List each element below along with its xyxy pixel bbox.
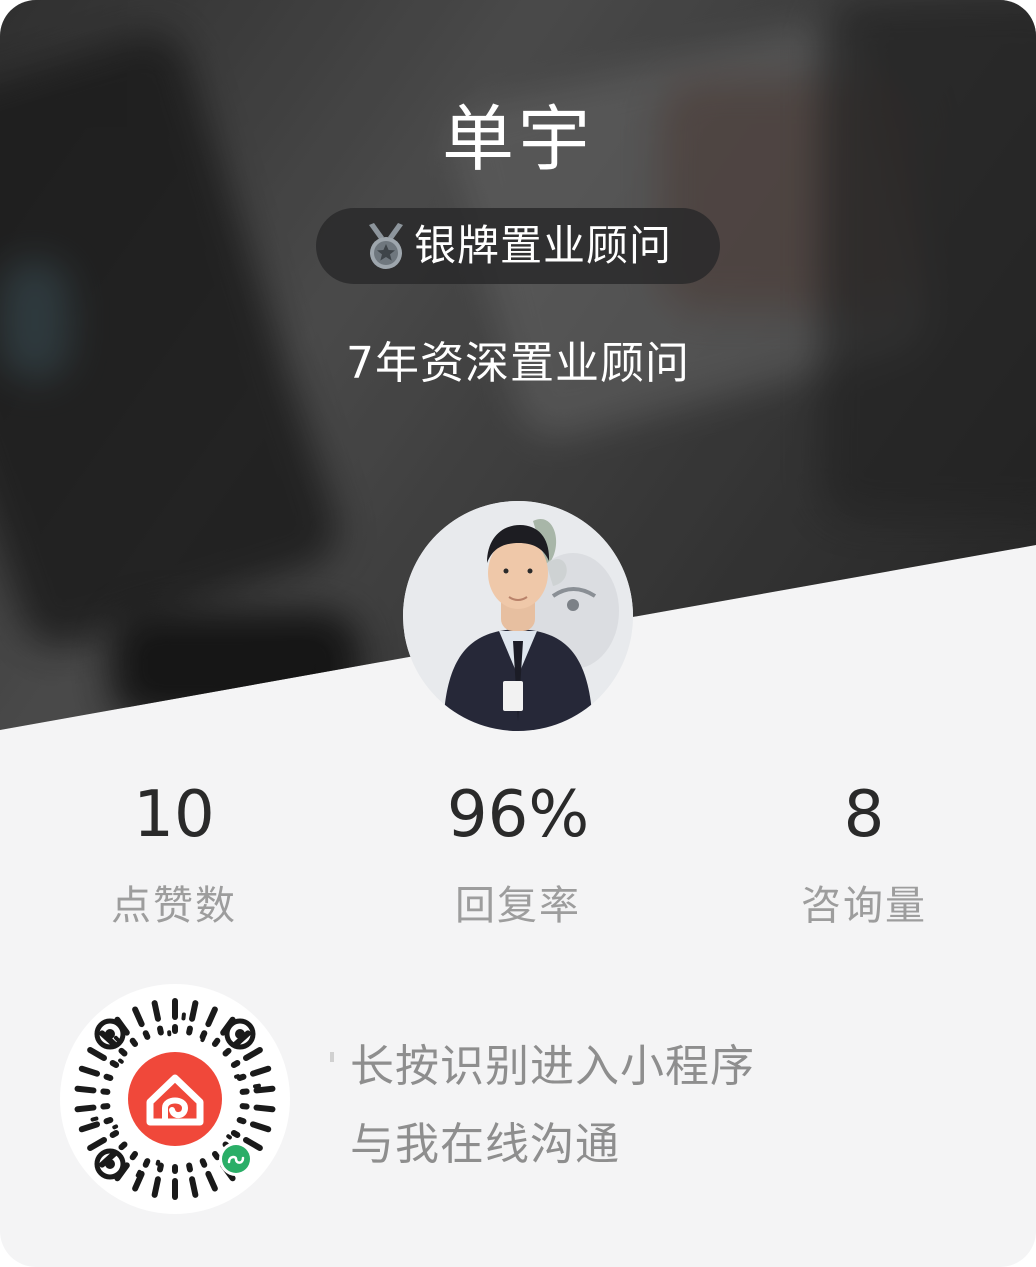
stat-consultations-label: 咨询量 xyxy=(801,883,927,929)
stat-consultations-value: 8 xyxy=(843,778,885,852)
stat-reply-rate: 96% 回复率 xyxy=(368,780,668,934)
agent-photo xyxy=(403,501,633,731)
stat-likes-label: 点赞数 xyxy=(111,883,237,929)
stat-likes: 10 点赞数 xyxy=(24,780,324,934)
agent-level-badge: 银牌置业顾问 xyxy=(316,208,720,284)
agent-name: 单宇 xyxy=(441,97,594,181)
cta-line-2: 与我在线沟通 xyxy=(350,1119,620,1170)
cta-text: 长按识别进入小程序 与我在线沟通 xyxy=(350,1036,755,1176)
divider-mark xyxy=(330,1052,334,1062)
agent-level-label: 银牌置业顾问 xyxy=(413,221,672,270)
stat-reply-rate-label: 回复率 xyxy=(455,883,581,929)
stat-likes-value: 10 xyxy=(133,778,215,852)
silver-medal-icon xyxy=(368,223,403,269)
avatar xyxy=(403,501,633,731)
agent-experience: 7年资深置业顾问 xyxy=(346,338,690,389)
cta-line-1: 长按识别进入小程序 xyxy=(350,1041,755,1092)
stat-consultations: 8 咨询量 xyxy=(714,780,1014,934)
agent-card: 单宇 银牌置业顾问 7年资深置业顾问 10 点赞数 96% 回复率 8 咨询量 … xyxy=(0,0,1036,1267)
mini-program-code[interactable] xyxy=(60,984,290,1214)
stat-reply-rate-value: 96% xyxy=(446,778,590,852)
